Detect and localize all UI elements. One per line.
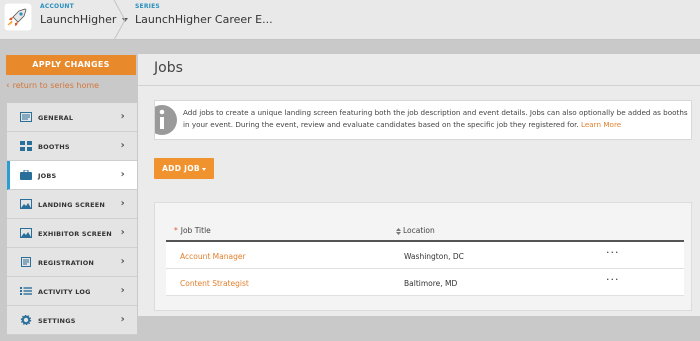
sidebar-nav: GENERAL › BOOTHS › JOBS › LANDING SCREEN… [7,103,137,335]
learn-more-link[interactable]: Learn More [581,120,621,129]
add-job-button[interactable]: ADD JOB [154,158,214,179]
top-bar: ACCOUNT LaunchHigher SERIES LaunchHigher… [0,0,700,40]
chevron-right-icon: › [120,198,125,209]
apply-changes-button[interactable]: APPLY CHANGES [6,55,136,75]
exhibitor-screen-icon [20,228,32,238]
chevron-right-icon: › [120,169,125,180]
caret-down-icon [201,167,206,171]
gear-icon [20,315,32,325]
chevron-right-icon: › [120,314,125,325]
chevron-right-icon: › [120,140,125,151]
chevron-right-icon: › [120,256,125,267]
add-job-label: ADD JOB [162,164,200,173]
info-text-block: Add jobs to create a unique landing scre… [183,107,688,131]
job-title-link[interactable]: Content Strategist [180,279,249,288]
main-panel: Jobs Add jobs to create a unique landing… [138,54,700,316]
column-header-location[interactable]: Location [396,226,435,235]
sidebar-item-activity-log[interactable]: ACTIVITY LOG › [7,277,137,306]
more-options-icon[interactable]: ··· [606,246,620,259]
column-header-job-title[interactable]: * Job Title [174,226,211,235]
sidebar-item-jobs[interactable]: JOBS › [7,161,137,190]
required-asterisk: * [174,226,178,235]
job-location: Baltimore, MD [404,279,458,288]
rocket-logo-icon[interactable] [4,3,32,31]
table-row: Account Manager Washington, DC ··· [166,242,684,269]
page-title: Jobs [154,60,183,76]
briefcase-icon [20,170,32,180]
booths-icon [20,141,32,151]
more-options-icon[interactable]: ··· [606,273,620,286]
sidebar-item-general[interactable]: GENERAL › [7,103,137,132]
chevron-right-icon: › [120,111,125,122]
return-to-series-home-link[interactable]: ‹ return to series home [6,81,99,91]
sidebar-item-label: EXHIBITOR SCREEN [38,230,112,238]
table-row: Content Strategist Baltimore, MD ··· [166,269,684,296]
account-name: LaunchHigher [40,13,117,26]
series-breadcrumb[interactable]: SERIES LaunchHigher Career E... [135,3,273,26]
sidebar-item-settings[interactable]: SETTINGS › [7,306,137,335]
general-icon [20,112,32,122]
job-title-link[interactable]: Account Manager [180,252,246,261]
chevron-right-icon: › [120,285,125,296]
sidebar-item-label: GENERAL [38,114,74,122]
job-location: Washington, DC [404,252,464,261]
jobs-table: * Job Title Location Account Manager Wash… [166,218,684,296]
image-icon [20,199,32,209]
sidebar-item-label: REGISTRATION [38,259,95,267]
info-callout: Add jobs to create a unique landing scre… [154,100,692,140]
title-divider [138,85,700,86]
info-icon [155,105,177,135]
registration-icon [21,257,31,267]
sidebar-item-label: LANDING SCREEN [38,201,106,209]
breadcrumb-separator-icon [113,0,126,40]
list-icon [20,287,32,295]
sidebar-item-label: SETTINGS [38,317,76,325]
sidebar-item-label: JOBS [38,172,57,180]
sidebar-item-registration[interactable]: REGISTRATION › [7,248,137,277]
sidebar-item-exhibitor-screen[interactable]: EXHIBITOR SCREEN › [7,219,137,248]
return-link-label: return to series home [12,81,100,90]
sidebar-item-label: BOOTHS [38,143,70,151]
sidebar-item-booths[interactable]: BOOTHS › [7,132,137,161]
jobs-table-container: * Job Title Location Account Manager Wash… [154,202,692,311]
sidebar-item-landing-screen[interactable]: LANDING SCREEN › [7,190,137,219]
series-name[interactable]: LaunchHigher Career E... [135,13,273,26]
table-header: * Job Title Location [166,218,684,242]
chevron-right-icon: › [120,227,125,238]
sort-icon [396,227,401,235]
sidebar-item-label: ACTIVITY LOG [38,288,91,296]
chevron-left-icon: ‹ [6,81,10,91]
series-label: SERIES [135,3,160,10]
